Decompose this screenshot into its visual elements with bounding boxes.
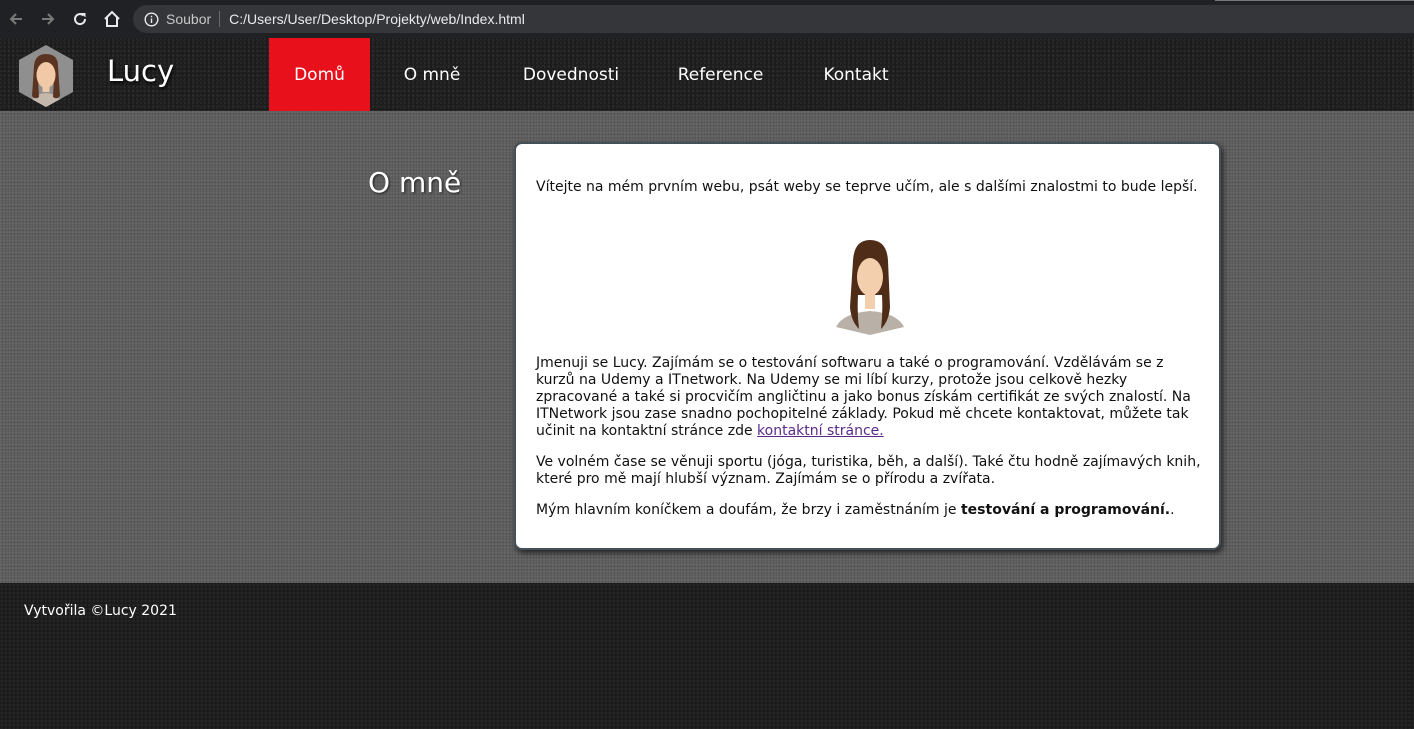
- main-navigation: Domů O mně Dovednosti Reference Kontakt: [269, 38, 919, 111]
- site-footer: Vytvořila ©Lucy 2021: [0, 583, 1414, 729]
- back-button[interactable]: [2, 5, 30, 33]
- site-title[interactable]: Lucy: [107, 54, 174, 88]
- home-icon: [104, 10, 120, 27]
- section-heading: O mně: [368, 166, 462, 199]
- hobbies-paragraph: Ve volném čase se věnuji sportu (jóga, t…: [536, 454, 1201, 487]
- intro-text: Vítejte na mém prvním webu, psát weby se…: [536, 179, 1198, 195]
- about-article: Vítejte na mém prvním webu, psát weby se…: [514, 142, 1221, 550]
- main-content: O mně Vítejte na mém prvním webu, psát w…: [0, 111, 1414, 583]
- portrait-icon: [836, 240, 904, 335]
- goal-paragraph-end: .: [1170, 502, 1175, 518]
- tab-strip-edge: [1215, 0, 1414, 1]
- url-text[interactable]: C:/Users/User/Desktop/Projekty/web/Index…: [229, 11, 525, 27]
- forward-button[interactable]: [34, 5, 62, 33]
- site-header: Lucy Domů O mně Dovednosti Reference Kon…: [0, 38, 1414, 111]
- scheme-label: Soubor: [166, 11, 212, 27]
- nav-item-dovednosti[interactable]: Dovednosti: [494, 38, 648, 111]
- info-icon[interactable]: [143, 11, 159, 27]
- logo-avatar-icon[interactable]: [17, 44, 75, 108]
- goal-highlight: testování a programování.: [960, 502, 1171, 518]
- browser-toolbar: Soubor C:/Users/User/Desktop/Projekty/we…: [0, 0, 1414, 38]
- goal-paragraph: Mým hlavním koníčkem a doufám, že brzy i…: [536, 502, 1206, 519]
- nav-item-reference[interactable]: Reference: [648, 38, 793, 111]
- reload-button[interactable]: [66, 5, 94, 33]
- goal-paragraph-text: Mým hlavním koníčkem a doufám, že brzy i…: [536, 502, 961, 518]
- forward-arrow-icon: [42, 13, 55, 25]
- footer-credit: Vytvořila ©Lucy 2021: [24, 603, 177, 619]
- home-button[interactable]: [98, 5, 126, 33]
- nav-item-kontakt[interactable]: Kontakt: [793, 38, 919, 111]
- back-arrow-icon: [9, 13, 22, 25]
- contact-page-link[interactable]: kontaktní stránce.: [757, 423, 884, 439]
- about-paragraph: Jmenuji se Lucy. Zajímám se o testování …: [536, 355, 1206, 440]
- nav-item-domu[interactable]: Domů: [269, 38, 370, 111]
- address-bar[interactable]: Soubor C:/Users/User/Desktop/Projekty/we…: [133, 5, 1414, 33]
- nav-item-o-mne[interactable]: O mně: [370, 38, 494, 111]
- omnibox-divider: [219, 11, 221, 27]
- reload-icon: [74, 13, 87, 26]
